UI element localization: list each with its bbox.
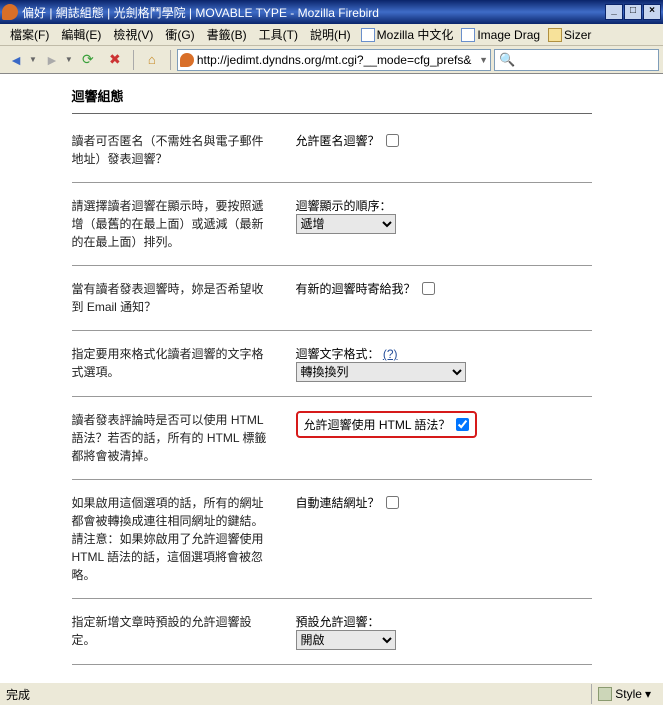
order-select[interactable]: 遞增 (296, 214, 396, 234)
bookmark-item[interactable]: Mozilla 中文化 (357, 26, 458, 43)
address-bar[interactable]: ▼ (177, 49, 491, 71)
stop-button[interactable]: ✖ (103, 49, 127, 71)
setting-label: 允許迴響使用 HTML 語法？ (304, 416, 451, 433)
menu-bar: 檔案(F) 編輯(E) 檢視(V) 衝(G) 書籤(B) 工具(T) 說明(H)… (0, 24, 663, 46)
setting-label: 迴響顯示的順序： (296, 197, 584, 214)
status-text: 完成 (6, 686, 591, 703)
divider (72, 396, 592, 397)
highlighted-setting: 允許迴響使用 HTML 語法？ (296, 411, 478, 438)
stop-icon: ✖ (109, 51, 121, 68)
maximize-button[interactable]: □ (624, 4, 642, 20)
reload-icon: ⟳ (82, 51, 94, 68)
setting-row-email: 當有讀者發表迴響時，妳是否希望收到 Email 通知？ 有新的迴響時寄給我？ (72, 276, 592, 320)
bookmark-item[interactable]: Image Drag (457, 28, 544, 42)
forward-icon: ► (45, 52, 59, 68)
divider (72, 265, 592, 266)
anonymous-checkbox[interactable] (386, 134, 399, 147)
url-dropdown-icon[interactable]: ▼ (479, 55, 488, 65)
setting-label: 允許匿名迴響？ (296, 132, 399, 149)
menu-file[interactable]: 檔案(F) (4, 24, 55, 45)
back-button[interactable]: ◄ (4, 49, 28, 71)
chevron-down-icon: ▾ (645, 687, 651, 701)
allow-html-checkbox[interactable] (456, 418, 469, 431)
setting-row-default: 指定新增文章時預設的允許迴響設定。 預設允許迴響： 開啟 (72, 609, 592, 654)
minimize-button[interactable]: _ (605, 4, 623, 20)
menu-edit[interactable]: 編輯(E) (55, 24, 107, 45)
close-button[interactable]: × (643, 4, 661, 20)
menu-help[interactable]: 說明(H) (304, 24, 357, 45)
status-bar: 完成 Style ▾ (0, 682, 663, 705)
setting-description: 如果啟用這個選項的話，所有的網址都會被轉換成連往相同網址的鍵結。請注意：如果妳啟… (72, 494, 272, 584)
divider (72, 598, 592, 599)
style-icon (598, 687, 612, 701)
url-input[interactable] (197, 53, 476, 67)
setting-label: 自動連結網址？ (296, 494, 399, 511)
folder-icon (548, 28, 562, 42)
forward-button: ► (40, 49, 64, 71)
setting-row-anonymous: 讀者可否匿名（不需姓名與電子郵件地址）發表迴響？ 允許匿名迴響？ (72, 128, 592, 172)
page-icon (361, 28, 375, 42)
toolbar: ◄ ▼ ► ▼ ⟳ ✖ ⌂ ▼ 🔍 (0, 46, 663, 74)
divider (72, 113, 592, 114)
menu-go[interactable]: 衝(G) (159, 24, 200, 45)
bookmark-item[interactable]: Sizer (544, 28, 595, 42)
help-link[interactable]: (?) (383, 347, 398, 361)
setting-description: 請選擇讀者迴響在顯示時，要按照遞增（最舊的在最上面）或遞減（最新的在最上面）排列… (72, 197, 272, 251)
app-icon (2, 4, 18, 20)
menu-tools[interactable]: 工具(T) (253, 24, 304, 45)
title-bar: 偏好 | 網誌組態 | 光劍格鬥學院 | MOVABLE TYPE - Mozi… (0, 0, 663, 24)
divider (72, 479, 592, 480)
setting-description: 當有讀者發表迴響時，妳是否希望收到 Email 通知？ (72, 280, 272, 316)
site-icon (180, 53, 194, 67)
setting-label: 預設允許迴響： (296, 613, 584, 630)
forward-dropdown[interactable]: ▼ (65, 55, 73, 64)
setting-label: 迴響文字格式： (296, 347, 380, 361)
email-checkbox[interactable] (422, 282, 435, 295)
format-select[interactable]: 轉換換列 (296, 362, 466, 382)
setting-row-order: 請選擇讀者迴響在顯示時，要按照遞增（最舊的在最上面）或遞減（最新的在最上面）排列… (72, 193, 592, 255)
setting-description: 讀者發表評論時是否可以使用 HTML 語法？若否的話，所有的 HTML 標籤都將… (72, 411, 272, 465)
separator (170, 50, 171, 70)
search-icon: 🔍 (499, 52, 515, 68)
setting-row-format: 指定要用來格式化讀者迴響的文字格式選項。 迴響文字格式： (?) 轉換換列 (72, 341, 592, 386)
menu-view[interactable]: 檢視(V) (107, 24, 159, 45)
reload-button[interactable]: ⟳ (76, 49, 100, 71)
back-icon: ◄ (9, 52, 23, 68)
page-icon (461, 28, 475, 42)
default-select[interactable]: 開啟 (296, 630, 396, 650)
setting-row-html: 讀者發表評論時是否可以使用 HTML 語法？若否的話，所有的 HTML 標籤都將… (72, 407, 592, 469)
setting-description: 指定要用來格式化讀者迴響的文字格式選項。 (72, 345, 272, 382)
setting-row-autolink: 如果啟用這個選項的話，所有的網址都會被轉換成連往相同網址的鍵結。請注意：如果妳啟… (72, 490, 592, 588)
page-content: 迴響組態 讀者可否匿名（不需姓名與電子郵件地址）發表迴響？ 允許匿名迴響？ 請選… (0, 74, 663, 682)
style-switcher[interactable]: Style ▾ (591, 684, 657, 704)
menu-bookmarks[interactable]: 書籤(B) (201, 24, 253, 45)
home-icon: ⌂ (148, 52, 156, 67)
search-box[interactable]: 🔍 (494, 49, 659, 71)
setting-label: 有新的迴響時寄給我？ (296, 280, 435, 297)
window-title: 偏好 | 網誌組態 | 光劍格鬥學院 | MOVABLE TYPE - Mozi… (22, 4, 605, 21)
back-dropdown[interactable]: ▼ (29, 55, 37, 64)
setting-description: 讀者可否匿名（不需姓名與電子郵件地址）發表迴響？ (72, 132, 272, 168)
divider (72, 664, 592, 665)
home-button[interactable]: ⌂ (140, 49, 164, 71)
separator (133, 50, 134, 70)
setting-description: 指定新增文章時預設的允許迴響設定。 (72, 613, 272, 650)
section-title: 迴響組態 (72, 82, 592, 109)
autolink-checkbox[interactable] (386, 496, 399, 509)
divider (72, 330, 592, 331)
divider (72, 182, 592, 183)
